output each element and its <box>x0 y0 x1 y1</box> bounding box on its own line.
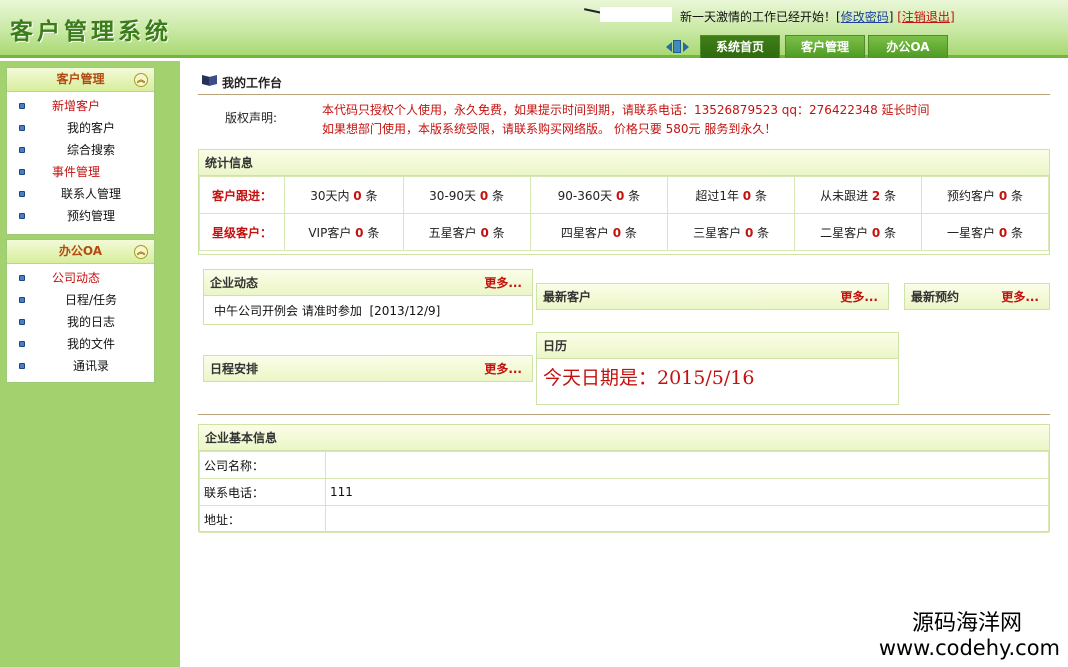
newest-appointments-panel: 最新预约 更多... <box>904 283 1050 310</box>
redacted-username <box>600 7 672 22</box>
bullet-icon <box>19 275 25 281</box>
tab-office-oa[interactable]: 办公OA <box>868 35 948 58</box>
watermark-title: 源码海洋网 <box>911 611 1022 636</box>
sidebar-item-my-log[interactable]: 我的日志 <box>7 311 154 333</box>
stats-cell[interactable]: 一星客户 0 条 <box>921 213 1049 251</box>
field-label: 联系电话： <box>199 478 326 506</box>
welcome-text: 新一天激情的工作已经开始！ <box>680 10 837 24</box>
stats-cell[interactable]: 二星客户 0 条 <box>794 213 923 251</box>
sidebar-item-my-files[interactable]: 我的文件 <box>7 333 154 355</box>
more-link[interactable]: 更多... <box>1001 284 1039 310</box>
bullet-icon <box>19 213 25 219</box>
stats-cell[interactable]: 预约客户 0 条 <box>921 176 1049 214</box>
sidebar-panel-title[interactable]: 客户管理 ︽ <box>7 68 154 92</box>
book-icon <box>202 74 218 86</box>
bullet-icon <box>19 125 25 131</box>
stats-cell[interactable]: 三星客户 0 条 <box>667 213 796 251</box>
sidebar-item-company-news[interactable]: 公司动态 <box>7 267 154 289</box>
sidebar-item-search[interactable]: 综合搜索 <box>7 139 154 161</box>
app-logo: 客户管理系统 <box>10 18 172 45</box>
bullet-icon <box>19 297 25 303</box>
bullet-icon <box>19 103 25 109</box>
stats-cell[interactable]: 五星客户 0 条 <box>402 213 531 251</box>
stats-title: 统计信息 <box>199 150 1049 176</box>
bullet-icon <box>19 363 25 369</box>
change-password-link[interactable]: 修改密码 <box>841 10 889 24</box>
tab-customer-management[interactable]: 客户管理 <box>785 35 865 58</box>
calendar-date: 今天日期是：2015/5/16 <box>543 367 755 389</box>
news-title: 企业动态 更多... <box>204 270 532 296</box>
stats-cell[interactable]: 超过1年 0 条 <box>667 176 796 214</box>
schedule-panel: 日程安排 更多... <box>203 355 533 382</box>
tab-home[interactable]: 系统首页 <box>700 35 780 58</box>
bullet-icon <box>19 191 25 197</box>
welcome-bar: 新一天激情的工作已经开始！[修改密码] [注销退出] <box>680 8 955 25</box>
nav-toggle-icon[interactable] <box>666 40 689 53</box>
more-link[interactable]: 更多... <box>484 356 522 382</box>
sidebar-panel-customer: 客户管理 ︽ 新增客户 我的客户 综合搜索 事件管理 联系人管理 预约管理 <box>6 67 155 235</box>
calendar-title: 日历 <box>537 333 898 359</box>
bullet-icon <box>19 341 25 347</box>
bracket: ] <box>949 10 955 24</box>
stats-cell[interactable]: 30天内 0 条 <box>284 176 404 214</box>
sidebar-item-add-customer[interactable]: 新增客户 <box>7 95 154 117</box>
header-bar: 客户管理系统 新一天激情的工作已经开始！[修改密码] [注销退出] 系统首页 客… <box>0 0 1068 58</box>
schedule-title: 日程安排 更多... <box>204 356 532 382</box>
table-row: 联系电话： 111 <box>199 478 1049 506</box>
divider <box>198 414 1050 415</box>
field-value <box>325 505 1049 533</box>
field-value: 111 <box>325 478 1049 506</box>
field-label: 地址： <box>199 505 326 533</box>
field-label: 公司名称： <box>199 451 326 479</box>
sidebar-item-contacts[interactable]: 联系人管理 <box>7 183 154 205</box>
news-panel: 企业动态 更多... 中午公司开例会 请准时参加 [2013/12/9] <box>203 269 533 325</box>
watermark-url: www.codehy.com <box>878 636 1060 660</box>
sidebar-item-my-customers[interactable]: 我的客户 <box>7 117 154 139</box>
copyright-line: 如果想部门使用，本版系统受限，请联系购买网络版。 价格只要 580元 服务到永久… <box>322 122 777 136</box>
stats-panel: 统计信息 客户跟进： 30天内 0 条 30-90天 0 条 90-360天 0… <box>198 149 1050 255</box>
table-row: 地址： <box>199 505 1049 533</box>
stats-row-header: 客户跟进： <box>199 176 285 214</box>
more-link[interactable]: 更多... <box>484 270 522 296</box>
sidebar-item-events[interactable]: 事件管理 <box>7 161 154 183</box>
bullet-icon <box>19 169 25 175</box>
newest-customers-title: 最新客户 更多... <box>537 284 888 310</box>
copyright-label: 版权声明: <box>225 111 278 125</box>
sidebar-item-address-book[interactable]: 通讯录 <box>7 355 154 377</box>
company-info-title: 企业基本信息 <box>199 425 1049 451</box>
newest-customers-panel: 最新客户 更多... <box>536 283 889 310</box>
company-info-table: 公司名称： 联系电话： 111 地址： <box>199 451 1049 533</box>
sidebar-panel-oa: 办公OA ︽ 公司动态 日程/任务 我的日志 我的文件 通讯录 <box>6 239 155 383</box>
stats-cell[interactable]: 90-360天 0 条 <box>529 176 669 214</box>
list-item[interactable]: 中午公司开例会 请准时参加 [2013/12/9] <box>204 296 532 325</box>
sidebar-item-appointments[interactable]: 预约管理 <box>7 205 154 227</box>
sidebar-panel-title[interactable]: 办公OA ︽ <box>7 240 154 264</box>
company-info-panel: 企业基本信息 公司名称： 联系电话： 111 地址： <box>198 424 1050 533</box>
collapse-icon[interactable]: ︽ <box>134 245 148 259</box>
table-row: 星级客户： VIP客户 0 条 五星客户 0 条 四星客户 0 条 三星客户 0… <box>199 213 1049 251</box>
bullet-icon <box>19 147 25 153</box>
field-value <box>325 451 1049 479</box>
sidebar: 客户管理 ︽ 新增客户 我的客户 综合搜索 事件管理 联系人管理 预约管理 办公O… <box>0 61 180 667</box>
stats-table: 客户跟进： 30天内 0 条 30-90天 0 条 90-360天 0 条 超过… <box>199 176 1049 251</box>
stats-cell[interactable]: 30-90天 0 条 <box>402 176 531 214</box>
more-link[interactable]: 更多... <box>840 284 878 310</box>
divider <box>198 94 1050 95</box>
table-row: 公司名称： <box>199 451 1049 479</box>
calendar-panel: 日历 今天日期是：2015/5/16 <box>536 332 899 405</box>
stats-cell[interactable]: 四星客户 0 条 <box>529 213 669 251</box>
collapse-icon[interactable]: ︽ <box>134 73 148 87</box>
stats-cell[interactable]: 从未跟进 2 条 <box>794 176 923 214</box>
bracket: ] <box>888 10 894 24</box>
newest-appointments-title: 最新预约 更多... <box>905 284 1049 310</box>
copyright-line: 本代码只授权个人使用，永久免费，如果提示时间到期，请联系电话：135268795… <box>322 103 930 117</box>
table-row: 客户跟进： 30天内 0 条 30-90天 0 条 90-360天 0 条 超过… <box>199 176 1049 214</box>
stats-row-header: 星级客户： <box>199 213 285 251</box>
logout-link[interactable]: 注销退出 <box>902 10 950 24</box>
stats-cell[interactable]: VIP客户 0 条 <box>284 213 404 251</box>
sidebar-item-schedule[interactable]: 日程/任务 <box>7 289 154 311</box>
bullet-icon <box>19 319 25 325</box>
